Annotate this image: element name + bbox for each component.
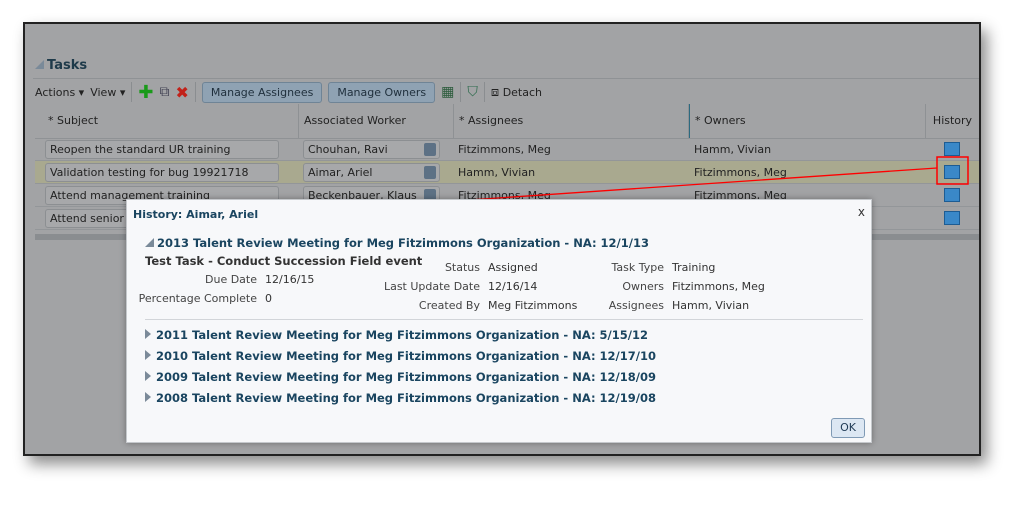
status-label: Status — [444, 261, 480, 274]
owners-label: Owners — [622, 280, 664, 293]
pct-value: 0 — [265, 292, 272, 305]
due-date-value: 12/16/15 — [265, 273, 315, 286]
ok-button[interactable]: OK — [831, 418, 865, 438]
task-type-label: Task Type — [611, 261, 664, 274]
expand-icon — [145, 371, 151, 381]
expand-icon — [145, 350, 151, 360]
expanded-icon — [145, 238, 154, 247]
status-value: Assigned — [488, 261, 538, 274]
history-item-collapsed[interactable]: 2011 Talent Review Meeting for Meg Fitzi… — [145, 328, 648, 342]
history-item-collapsed[interactable]: 2010 Talent Review Meeting for Meg Fitzi… — [145, 349, 656, 363]
pct-label: Percentage Complete — [138, 292, 257, 305]
owners-value: Fitzimmons, Meg — [672, 280, 765, 293]
last-update-value: 12/16/14 — [488, 280, 538, 293]
history-item-expanded[interactable]: 2013 Talent Review Meeting for Meg Fitzi… — [145, 236, 649, 250]
dialog-title: History: Aimar, Ariel — [133, 208, 259, 221]
history-item-collapsed[interactable]: 2009 Talent Review Meeting for Meg Fitzi… — [145, 370, 656, 384]
last-update-label: Last Update Date — [383, 280, 480, 293]
created-by-label: Created By — [418, 299, 480, 312]
annotation-highlight-box — [936, 156, 969, 185]
task-type-value: Training — [672, 261, 716, 274]
history-item-collapsed[interactable]: 2008 Talent Review Meeting for Meg Fitzi… — [145, 391, 656, 405]
expand-icon — [145, 392, 151, 402]
expand-icon — [145, 329, 151, 339]
divider — [145, 319, 863, 320]
close-icon[interactable]: x — [858, 205, 865, 219]
assignees-label: Assignees — [608, 299, 664, 312]
due-date-label: Due Date — [205, 273, 257, 286]
assignees-value: Hamm, Vivian — [672, 299, 750, 312]
history-dialog: History: Aimar, Ariel x 2013 Talent Revi… — [126, 199, 872, 443]
